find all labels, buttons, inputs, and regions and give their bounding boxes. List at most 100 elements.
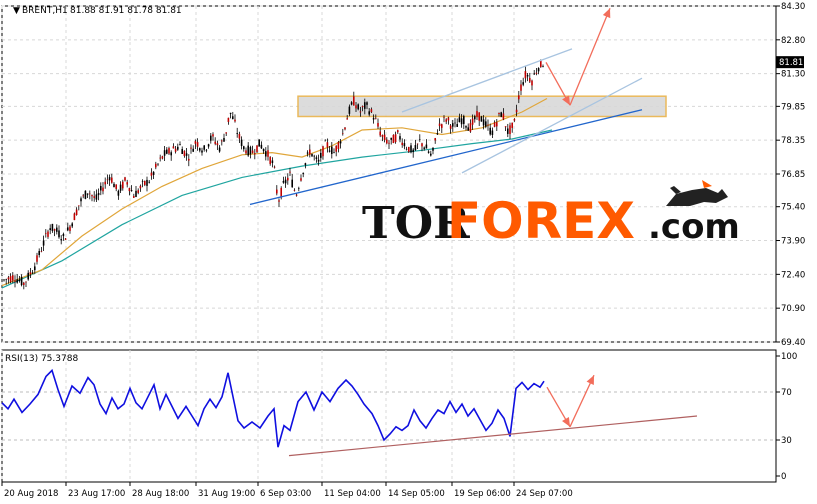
candle-body — [463, 116, 465, 124]
candle-body — [5, 279, 7, 280]
candle-body — [47, 231, 49, 237]
candle-body — [282, 181, 285, 183]
candle-body — [29, 272, 32, 275]
candle-body — [361, 106, 364, 108]
candlestick — [258, 139, 260, 147]
candle-body — [267, 150, 269, 157]
candle-body — [353, 96, 355, 106]
logo-text-com: .com — [648, 207, 740, 247]
candle-body — [366, 102, 368, 105]
candle-body — [40, 251, 43, 252]
candle-body — [36, 255, 38, 262]
price-tick-label: 79.85 — [781, 102, 805, 112]
candle-body — [511, 122, 513, 128]
candle-body — [533, 73, 535, 75]
candle-body — [408, 146, 410, 152]
candle-body — [38, 250, 40, 256]
candle-body — [100, 185, 102, 191]
x-tick-label: 24 Sep 07:00 — [516, 489, 573, 499]
candle-body — [359, 111, 362, 113]
candle-body — [324, 140, 326, 142]
candle-body — [412, 149, 414, 153]
candle-body — [386, 139, 388, 144]
candle-body — [223, 138, 225, 142]
candle-body — [150, 172, 153, 176]
candle-body — [317, 159, 320, 162]
chart-canvas[interactable]: 84.30 82.80 81.30 79.85 78.35 76.85 75.40 73.90… — [0, 0, 817, 504]
candle-body — [480, 116, 483, 122]
candle-body — [513, 118, 516, 121]
candle-body — [454, 122, 456, 124]
candle-body — [64, 238, 67, 240]
candle-body — [115, 184, 117, 189]
candle-body — [256, 145, 258, 152]
candle-body — [108, 177, 111, 181]
candle-body — [251, 150, 254, 153]
price-tick-label: 76.85 — [781, 170, 805, 180]
candle-body — [520, 84, 522, 91]
candle-body — [441, 124, 443, 128]
candle-body — [82, 195, 84, 197]
candle-body — [434, 138, 436, 141]
candle-body — [335, 145, 337, 152]
candle-body — [379, 131, 381, 136]
candle-body — [260, 144, 263, 149]
candle-body — [139, 185, 142, 189]
candle-body — [458, 117, 461, 123]
candle-body — [185, 153, 188, 156]
candle-body — [350, 102, 353, 105]
candle-body — [122, 181, 124, 189]
candle-body — [289, 171, 291, 173]
candle-body — [130, 190, 133, 192]
candle-body — [298, 188, 300, 189]
candle-body — [502, 113, 505, 120]
candle-body — [166, 149, 168, 154]
candle-body — [388, 142, 390, 144]
rsi-panel[interactable]: 100 70 30 0 — [1, 349, 797, 483]
candle-body — [188, 158, 190, 161]
candle-body — [273, 166, 276, 168]
candle-body — [102, 187, 104, 192]
candle-body — [3, 279, 5, 281]
price-tick-label: 70.90 — [781, 304, 805, 314]
candle-body — [192, 148, 194, 152]
candle-body — [69, 226, 71, 231]
candle-body — [375, 118, 377, 119]
candle-body — [397, 130, 399, 133]
candle-body — [320, 152, 322, 158]
candle-body — [229, 112, 232, 114]
candle-body — [337, 142, 340, 149]
current-price-label: 81.81 — [779, 58, 803, 68]
candle-body — [172, 146, 175, 149]
candle-body — [254, 153, 256, 155]
candle-body — [155, 163, 157, 168]
symbol-dropdown-icon[interactable]: ▼ — [13, 6, 20, 16]
candle-body — [152, 171, 155, 175]
candle-body — [419, 139, 421, 141]
candle-body — [73, 213, 76, 221]
x-tick-label: 31 Aug 19:00 — [198, 489, 255, 499]
candle-body — [194, 141, 197, 144]
price-tick-label: 78.35 — [781, 136, 805, 146]
candle-body — [452, 123, 454, 127]
candle-body — [234, 119, 236, 122]
candle-body — [95, 194, 98, 200]
x-tick-label: 28 Aug 18:00 — [132, 489, 189, 499]
candle-body — [157, 163, 159, 165]
candle-body — [416, 143, 419, 145]
candle-body — [119, 184, 122, 191]
candlestick — [256, 145, 258, 153]
price-tick-label: 72.40 — [781, 270, 805, 280]
candle-body — [489, 127, 491, 135]
candle-body — [271, 160, 274, 164]
candle-body — [430, 153, 432, 156]
x-tick-label: 19 Sep 06:00 — [454, 489, 511, 499]
price-tick-label: 69.40 — [781, 338, 805, 348]
candle-body — [60, 239, 62, 241]
candle-body — [326, 142, 329, 148]
candle-body — [498, 112, 500, 115]
candle-body — [247, 145, 249, 156]
candle-body — [196, 142, 199, 147]
price-chart-panel[interactable]: 84.30 82.80 81.30 79.85 78.35 76.85 75.40 73.90… — [1, 2, 805, 348]
candle-body — [456, 124, 458, 127]
